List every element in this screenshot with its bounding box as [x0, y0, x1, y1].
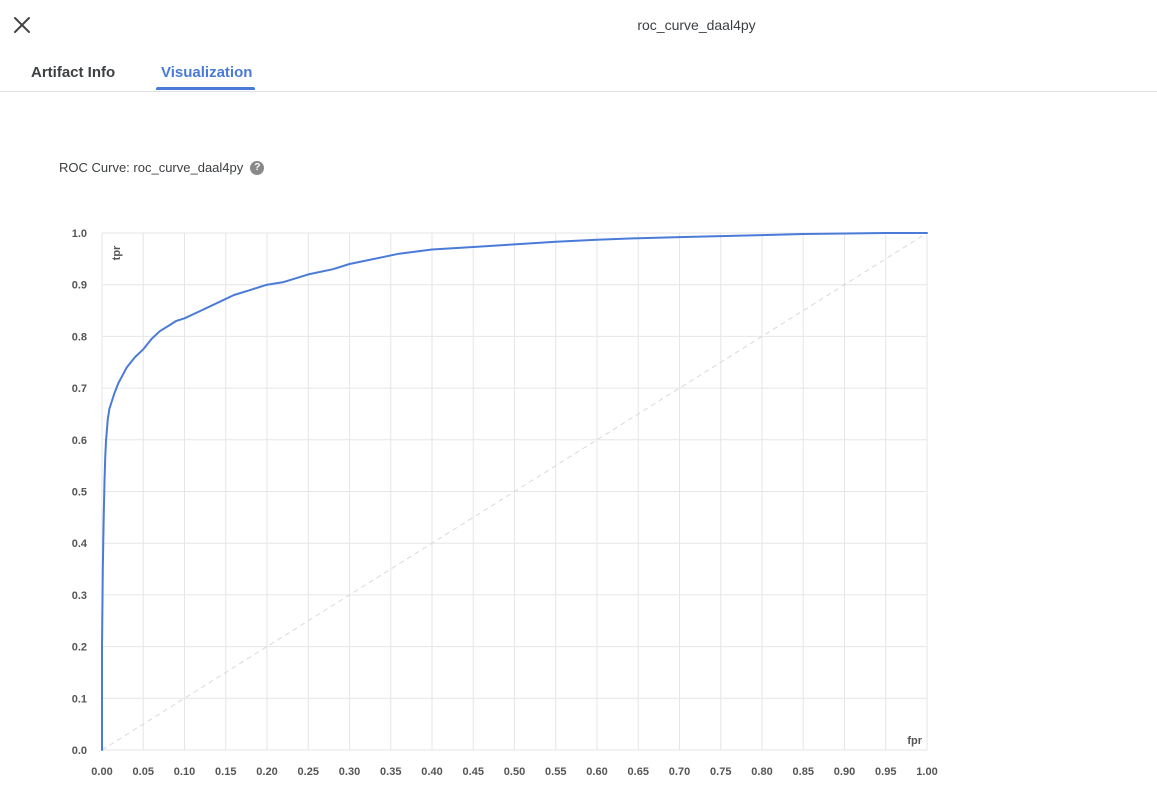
- x-tick-label: 0.95: [875, 766, 896, 778]
- x-tick-label: 0.60: [586, 766, 607, 778]
- x-tick-label: 0.80: [751, 766, 772, 778]
- x-tick-label: 0.20: [256, 766, 277, 778]
- roc-chart: 0.00 0.05 0.10 0.15 0.20 0.25 0.30 0.35 0.40 0.45…: [72, 228, 938, 778]
- y-tick-label: 0.9: [72, 280, 87, 292]
- x-tick-label: 0.35: [380, 766, 401, 778]
- y-tick-label: 1.0: [72, 228, 87, 240]
- x-tick-label: 0.50: [504, 766, 525, 778]
- y-tick-label: 0.2: [72, 642, 87, 654]
- y-tick-label: 0.3: [72, 590, 87, 602]
- y-tick-label: 0.6: [72, 435, 87, 447]
- x-tick-label: 0.00: [91, 766, 112, 778]
- x-tick-label: 0.85: [793, 766, 814, 778]
- x-tick-label: 0.15: [215, 766, 236, 778]
- x-tick-label: 1.00: [916, 766, 937, 778]
- x-tick-label: 0.05: [133, 766, 154, 778]
- x-tick-label: 0.40: [421, 766, 442, 778]
- x-tick-label: 0.70: [669, 766, 690, 778]
- y-tick-label: 0.8: [72, 331, 87, 343]
- x-tick-label: 0.25: [298, 766, 319, 778]
- x-axis-label: fpr: [907, 735, 922, 747]
- y-tick-label: 0.7: [72, 383, 87, 395]
- y-tick-label: 0.0: [72, 745, 87, 757]
- y-axis-label: tpr: [111, 245, 123, 260]
- x-tick-label: 0.45: [463, 766, 484, 778]
- x-tick-label: 0.65: [628, 766, 649, 778]
- y-tick-label: 0.1: [72, 693, 87, 705]
- x-tick-label: 0.90: [834, 766, 855, 778]
- x-tick-label: 0.75: [710, 766, 731, 778]
- x-tick-label: 0.30: [339, 766, 360, 778]
- y-tick-label: 0.4: [72, 538, 88, 550]
- x-tick-label: 0.55: [545, 766, 566, 778]
- x-tick-label: 0.10: [174, 766, 195, 778]
- y-tick-label: 0.5: [72, 487, 87, 499]
